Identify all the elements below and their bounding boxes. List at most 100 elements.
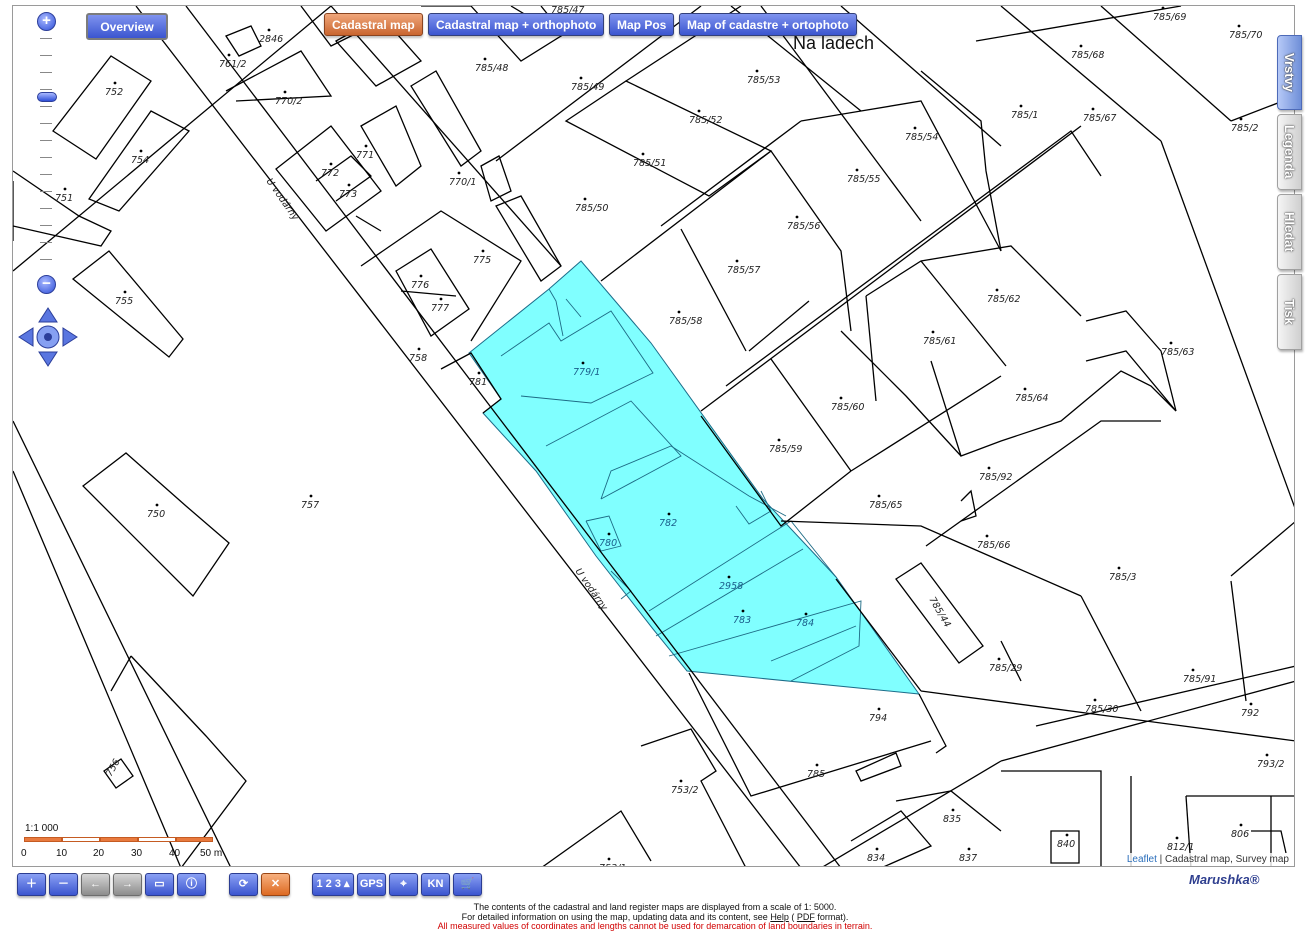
parcel-label[interactable]: 785 bbox=[807, 769, 825, 780]
parcel-label[interactable]: 750 bbox=[147, 509, 165, 520]
parcel-label[interactable]: 784 bbox=[796, 618, 814, 629]
parcel-label[interactable]: 785/61 bbox=[923, 336, 956, 347]
parcel-label[interactable]: 785/57 bbox=[727, 265, 760, 276]
parcel-label[interactable]: 754 bbox=[131, 155, 149, 166]
map-canvas[interactable]: 785/47 785/69 785/70 2846 761/2 752 770/2 785/4… bbox=[12, 5, 1295, 867]
parcel-label[interactable]: 785/49 bbox=[571, 82, 604, 93]
parcel-label[interactable]: 785/30 bbox=[1085, 704, 1118, 715]
parcel-label[interactable]: 751 bbox=[55, 193, 73, 204]
parcel-label[interactable]: 785/70 bbox=[1229, 30, 1262, 41]
pan-right-icon[interactable] bbox=[62, 327, 78, 347]
zoom-slider-thumb[interactable] bbox=[37, 92, 57, 102]
parcel-label[interactable]: 773 bbox=[339, 189, 357, 200]
zoom-out-button[interactable]: － bbox=[49, 873, 78, 896]
parcel-label[interactable]: 785/62 bbox=[987, 294, 1020, 305]
parcel-label[interactable]: 785/29 bbox=[989, 663, 1022, 674]
pan-down-icon[interactable] bbox=[38, 351, 58, 367]
pan-control[interactable] bbox=[17, 306, 79, 368]
map-type-map-pos[interactable]: Map Pos bbox=[609, 13, 675, 36]
forward-arrow-icon[interactable]: → bbox=[113, 873, 142, 896]
kn-button[interactable]: KN bbox=[421, 873, 450, 896]
parcel-point-marker bbox=[677, 310, 681, 314]
measure-button[interactable]: 1 2 3 ▴ bbox=[312, 873, 354, 896]
parcel-label[interactable]: 785/91 bbox=[1183, 674, 1216, 685]
cart-icon[interactable]: 🛒 bbox=[453, 873, 482, 896]
parcel-label[interactable]: 785/56 bbox=[787, 221, 820, 232]
zoom-box-icon[interactable]: ▭ bbox=[145, 873, 174, 896]
pan-left-icon[interactable] bbox=[18, 327, 34, 347]
parcel-label[interactable]: 785/63 bbox=[1161, 347, 1194, 358]
parcel-label[interactable]: 812/1 bbox=[1167, 842, 1194, 853]
parcel-label[interactable]: 752 bbox=[105, 87, 123, 98]
map-type-cadastre-orthophoto[interactable]: Map of cadastre + ortophoto bbox=[679, 13, 857, 36]
parcel-label[interactable]: 785/52 bbox=[689, 115, 722, 126]
parcel-label[interactable]: 770/1 bbox=[449, 177, 476, 188]
parcel-label[interactable]: 755 bbox=[115, 296, 133, 307]
parcel-label[interactable]: 761/2 bbox=[219, 59, 246, 70]
parcel-label[interactable]: 785/92 bbox=[979, 472, 1012, 483]
parcel-label[interactable]: 757 bbox=[301, 500, 319, 511]
parcel-label[interactable]: 785/64 bbox=[1015, 393, 1048, 404]
parcel-label[interactable]: 2846 bbox=[259, 34, 283, 45]
parcel-label[interactable]: 840 bbox=[1057, 839, 1075, 850]
parcel-label[interactable]: 785/48 bbox=[475, 63, 508, 74]
parcel-label[interactable]: 785/51 bbox=[633, 158, 666, 169]
parcel-label[interactable]: 776 bbox=[411, 280, 429, 291]
parcel-label[interactable]: 837 bbox=[959, 853, 977, 864]
parcel-label[interactable]: 785/55 bbox=[847, 174, 880, 185]
parcel-label[interactable]: 775 bbox=[473, 255, 491, 266]
zoom-out-icon[interactable]: − bbox=[37, 275, 56, 294]
back-arrow-icon[interactable]: ← bbox=[81, 873, 110, 896]
gps-button[interactable]: GPS bbox=[357, 873, 386, 896]
parcel-label[interactable]: 753/1 bbox=[599, 863, 626, 867]
tab-legend[interactable]: Legenda bbox=[1277, 114, 1302, 190]
parcel-label[interactable]: 777 bbox=[431, 303, 449, 314]
map-type-cadastral[interactable]: Cadastral map bbox=[324, 13, 423, 36]
overview-button[interactable]: Overview bbox=[86, 13, 168, 40]
parcel-label[interactable]: 753/2 bbox=[671, 785, 698, 796]
parcel-label[interactable]: 792 bbox=[1241, 708, 1259, 719]
parcel-label[interactable]: 785/50 bbox=[575, 203, 608, 214]
parcel-label[interactable]: 806 bbox=[1231, 829, 1249, 840]
parcel-label[interactable]: 782 bbox=[659, 518, 677, 529]
zoom-in-button[interactable]: ＋ bbox=[17, 873, 46, 896]
parcel-label[interactable]: 835 bbox=[943, 814, 961, 825]
parcel-label[interactable]: 2958 bbox=[719, 581, 743, 592]
leaflet-link[interactable]: Leaflet bbox=[1127, 854, 1157, 865]
parcel-label[interactable]: 785/59 bbox=[769, 444, 802, 455]
map-type-cadastral-orthophoto[interactable]: Cadastral map + orthophoto bbox=[428, 13, 605, 36]
tab-layers[interactable]: Vrstvy bbox=[1277, 35, 1302, 110]
parcel-label[interactable]: 785/65 bbox=[869, 500, 902, 511]
parcel-label[interactable]: 779/1 bbox=[573, 367, 600, 378]
parcel-label[interactable]: 785/60 bbox=[831, 402, 864, 413]
parcel-label[interactable]: 785/69 bbox=[1153, 12, 1186, 23]
info-icon[interactable]: ⓘ bbox=[177, 873, 206, 896]
parcel-label[interactable]: 783 bbox=[733, 615, 751, 626]
parcel-label[interactable]: 780 bbox=[599, 538, 617, 549]
parcel-label[interactable]: 771 bbox=[356, 150, 374, 161]
parcel-label[interactable]: 785/2 bbox=[1231, 123, 1258, 134]
parcel-label[interactable]: 770/2 bbox=[275, 96, 302, 107]
locate-icon[interactable]: ⌖ bbox=[389, 873, 418, 896]
tab-search[interactable]: Hledat bbox=[1277, 194, 1302, 270]
parcel-label[interactable]: 785/54 bbox=[905, 132, 938, 143]
parcel-label[interactable]: 781 bbox=[469, 377, 487, 388]
parcel-label[interactable]: 785/1 bbox=[1011, 110, 1038, 121]
parcel-label[interactable]: 785/3 bbox=[1109, 572, 1136, 583]
pan-up-icon[interactable] bbox=[38, 307, 58, 323]
parcel-label[interactable]: 785/53 bbox=[747, 75, 780, 86]
clear-icon[interactable]: ✕ bbox=[261, 873, 290, 896]
parcel-label[interactable]: 793/2 bbox=[1257, 759, 1284, 770]
parcel-label[interactable]: 794 bbox=[869, 713, 887, 724]
parcel-label[interactable]: 785/68 bbox=[1071, 50, 1104, 61]
parcel-label[interactable]: 785/67 bbox=[1083, 113, 1116, 124]
tab-print[interactable]: Tisk bbox=[1277, 274, 1302, 350]
parcel-label[interactable]: 834 bbox=[867, 853, 885, 864]
parcel-label[interactable]: 785/66 bbox=[977, 540, 1010, 551]
parcel-label[interactable]: 785/58 bbox=[669, 316, 702, 327]
cadastral-map[interactable]: 785/47785/69785/702846761/2752770/2785/4… bbox=[13, 6, 1295, 867]
zoom-in-icon[interactable]: + bbox=[37, 12, 56, 31]
refresh-icon[interactable]: ⟳ bbox=[229, 873, 258, 896]
parcel-label[interactable]: 772 bbox=[321, 168, 339, 179]
parcel-label[interactable]: 758 bbox=[409, 353, 427, 364]
